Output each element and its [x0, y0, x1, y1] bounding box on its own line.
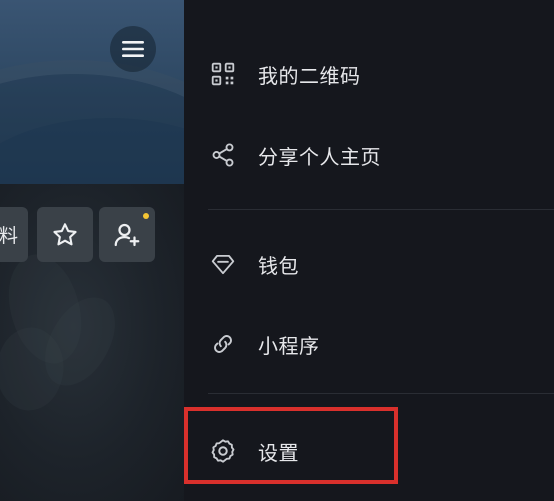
qr-code-icon — [208, 59, 238, 89]
drawer-item-label: 小程序 — [258, 333, 320, 358]
add-friend-button[interactable] — [99, 207, 155, 262]
app-screen: 料 我的二维码 分享个人主页 钱包 小程序 设置 — [0, 0, 554, 501]
settings-highlight-box — [184, 407, 398, 484]
edit-profile-label: 料 — [0, 225, 18, 247]
share-icon — [208, 140, 238, 170]
menu-divider — [208, 209, 554, 210]
drawer-item-mini-programs[interactable]: 小程序 — [208, 320, 538, 368]
drawer-item-my-qr-code[interactable]: 我的二维码 — [208, 50, 538, 98]
notification-dot — [143, 213, 149, 219]
drawer-item-label: 钱包 — [258, 253, 299, 278]
drawer-item-label: 我的二维码 — [258, 63, 361, 88]
profile-background: 料 — [0, 0, 184, 501]
hamburger-menu-icon — [122, 41, 144, 57]
drawer-item-wallet[interactable]: 钱包 — [208, 240, 538, 288]
star-icon — [53, 222, 77, 245]
drawer-item-label: 分享个人主页 — [258, 144, 381, 169]
drawer-item-share-profile[interactable]: 分享个人主页 — [208, 131, 538, 179]
menu-divider — [208, 393, 554, 394]
menu-button[interactable] — [110, 26, 156, 72]
favorites-button[interactable] — [37, 207, 93, 262]
edit-profile-button[interactable]: 料 — [0, 207, 28, 262]
diamond-wallet-icon — [208, 249, 238, 279]
mini-program-link-icon — [208, 329, 238, 359]
side-drawer: 我的二维码 分享个人主页 钱包 小程序 设置 — [184, 0, 554, 501]
profile-banner — [0, 0, 184, 184]
add-user-icon — [114, 223, 140, 246]
